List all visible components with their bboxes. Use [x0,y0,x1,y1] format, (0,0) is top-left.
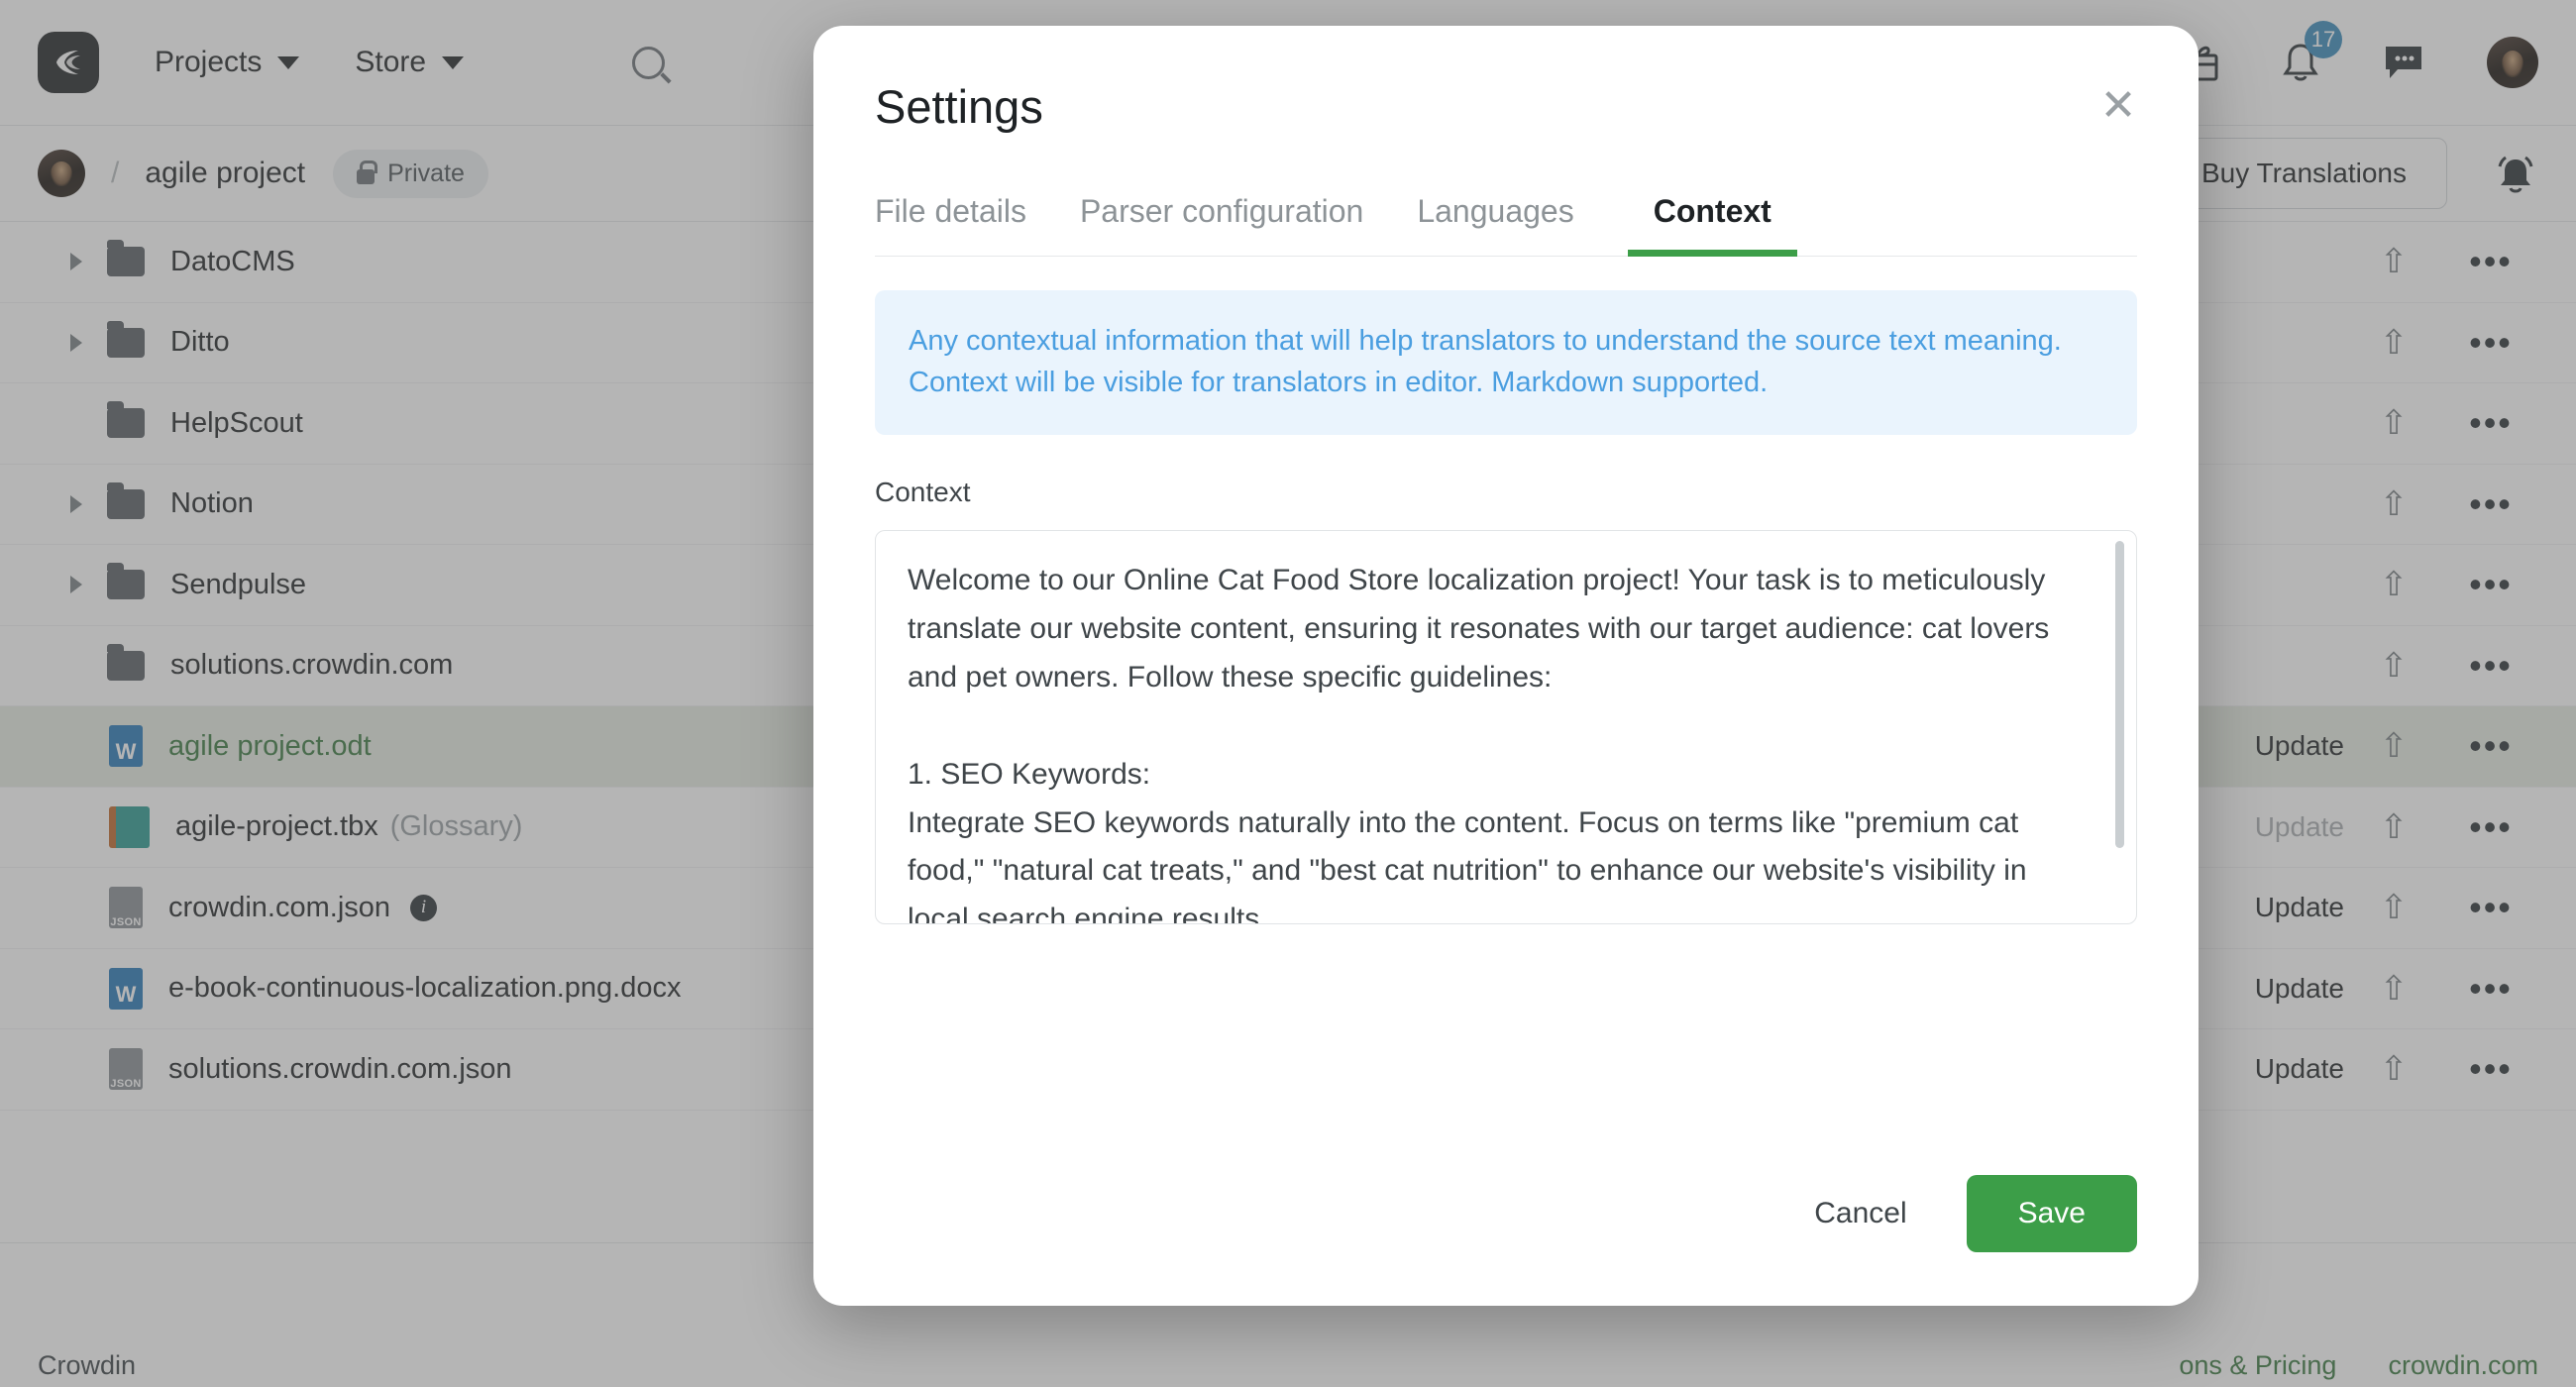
ellipsis-icon[interactable]: ••• [2443,483,2538,525]
context-scrollbar[interactable] [2115,541,2124,913]
buy-translations-button[interactable]: Buy Translations [2161,138,2447,209]
chevron-down-icon [277,56,299,69]
folder-icon [107,328,145,358]
list-item-label: agile project.odt [168,730,372,763]
folder-icon [107,570,145,599]
nav-store[interactable]: Store [355,46,464,79]
list-item-label: e-book-continuous-localization.png.docx [168,972,681,1005]
folder-icon [107,247,145,276]
crowdin-logo-icon[interactable] [38,32,99,93]
ellipsis-icon[interactable]: ••• [2443,1048,2538,1090]
upload-arrow-icon[interactable]: ⇧ [2344,726,2443,766]
context-scrollbar-thumb[interactable] [2115,541,2124,848]
ellipsis-icon[interactable]: ••• [2443,806,2538,848]
upload-arrow-icon[interactable]: ⇧ [2344,807,2443,847]
list-item-label: agile-project.tbx [175,810,378,843]
ellipsis-icon[interactable]: ••• [2443,887,2538,928]
footer-links: ons & Pricing crowdin.com [2179,1350,2538,1381]
chevron-right-icon [70,334,82,352]
project-bar-actions: Buy Translations [2161,138,2538,209]
expand-triangle-icon[interactable] [59,334,93,352]
folder-icon [107,489,145,519]
settings-tabs: File details Parser configuration Language… [875,181,2137,257]
expand-triangle-icon[interactable] [59,253,93,270]
chevron-right-icon [70,253,82,270]
list-item-label: solutions.crowdin.com.json [168,1053,512,1086]
settings-dialog: Settings ✕ File details Parser configurat… [813,26,2199,1306]
dialog-header: Settings ✕ [813,26,2199,130]
chat-bubble-icon[interactable] [2382,43,2425,82]
json-file-icon [109,887,143,928]
upload-arrow-icon[interactable]: ⇧ [2344,646,2443,686]
breadcrumb-separator: / [111,157,119,190]
list-item-label: Sendpulse [170,569,306,601]
upload-arrow-icon[interactable]: ⇧ [2344,565,2443,604]
search-icon [632,47,665,79]
dialog-title: Settings [875,83,2137,130]
cancel-button[interactable]: Cancel [1780,1177,1940,1250]
json-file-icon [109,1048,143,1090]
folder-icon [107,408,145,438]
upload-arrow-icon[interactable]: ⇧ [2344,323,2443,363]
list-item-sublabel: (Glossary) [390,810,523,843]
save-button[interactable]: Save [1967,1175,2137,1252]
ellipsis-icon[interactable]: ••• [2443,322,2538,364]
ellipsis-icon[interactable]: ••• [2443,968,2538,1010]
page-title: agile project [145,157,305,190]
upload-arrow-icon[interactable]: ⇧ [2344,1049,2443,1089]
list-item-label: crowdin.com.json [168,892,390,924]
status-badge: Private [333,150,488,198]
list-item-label: DatoCMS [170,246,295,278]
list-item-label: HelpScout [170,407,303,440]
nav-projects-label: Projects [155,46,262,79]
lock-icon [357,169,375,184]
bell-icon[interactable]: 17 [2281,41,2320,84]
top-nav-actions: 17 [2176,37,2538,88]
nav-store-label: Store [355,46,426,79]
ellipsis-icon[interactable]: ••• [2443,241,2538,282]
context-textarea-value: Welcome to our Online Cat Food Store loc… [908,557,2091,924]
list-item-label: Ditto [170,326,230,359]
bell-ringing-icon[interactable] [2493,151,2538,196]
notification-badge: 17 [2305,21,2342,58]
upload-arrow-icon[interactable]: ⇧ [2344,969,2443,1009]
word-file-icon [109,725,143,767]
chevron-right-icon [70,495,82,513]
ellipsis-icon[interactable]: ••• [2443,402,2538,444]
owner-avatar[interactable] [38,150,85,197]
tbx-file-icon [109,806,150,848]
tab-file-details[interactable]: File details [875,181,1026,256]
word-file-icon [109,968,143,1010]
ellipsis-icon[interactable]: ••• [2443,645,2538,687]
expand-triangle-icon[interactable] [59,576,93,593]
list-item-label: Notion [170,487,254,520]
footer-brand: Crowdin [38,1350,136,1381]
tab-parser-configuration[interactable]: Parser configuration [1080,181,1363,256]
info-icon[interactable]: i [410,895,437,921]
chevron-down-icon [442,56,464,69]
context-field-label: Context [875,477,2137,508]
dialog-footer: Cancel Save [813,1121,2199,1306]
context-info-banner: Any contextual information that will hel… [875,290,2137,435]
nav-projects[interactable]: Projects [155,46,299,79]
avatar[interactable] [2487,37,2538,88]
close-icon[interactable]: ✕ [2095,83,2141,129]
ellipsis-icon[interactable]: ••• [2443,725,2538,767]
expand-triangle-icon[interactable] [59,495,93,513]
upload-arrow-icon[interactable]: ⇧ [2344,403,2443,443]
tab-context[interactable]: Context [1628,181,1797,256]
upload-arrow-icon[interactable]: ⇧ [2344,242,2443,281]
context-textarea[interactable]: Welcome to our Online Cat Food Store loc… [875,530,2137,924]
tab-languages[interactable]: Languages [1417,181,1573,256]
visibility-label: Private [387,160,465,188]
footer-link-pricing[interactable]: ons & Pricing [2179,1350,2336,1381]
upload-arrow-icon[interactable]: ⇧ [2344,888,2443,927]
folder-icon [107,651,145,681]
chevron-right-icon [70,576,82,593]
ellipsis-icon[interactable]: ••• [2443,564,2538,605]
upload-arrow-icon[interactable]: ⇧ [2344,484,2443,524]
footer-link-site[interactable]: crowdin.com [2388,1350,2538,1381]
list-item-label: solutions.crowdin.com [170,649,453,682]
